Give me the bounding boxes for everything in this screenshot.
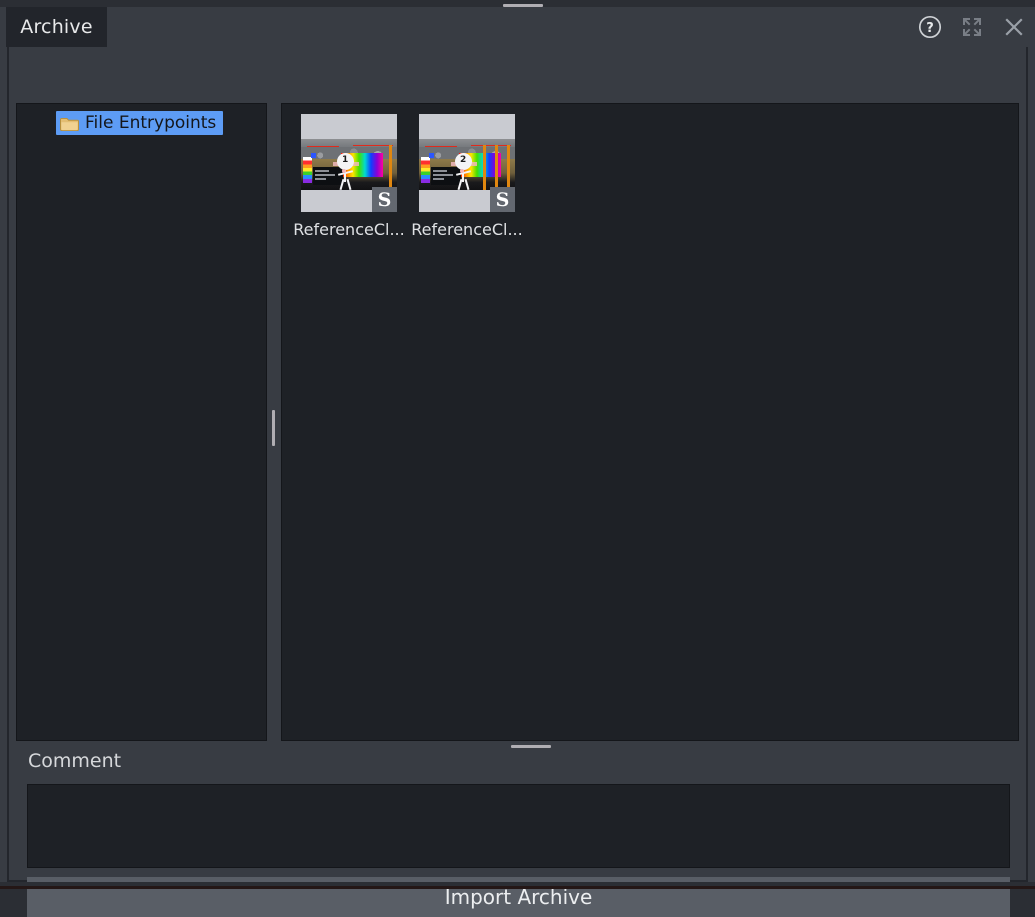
- status-badge: S: [490, 187, 515, 212]
- thumbnail-item[interactable]: 1 S ReferenceCl...: [290, 111, 408, 239]
- archive-panel: Archive ? File Entrypoints 1 S Reference…: [0, 0, 1035, 917]
- thumbnail-label: ReferenceCl...: [411, 220, 523, 239]
- thumbnail-image[interactable]: 2S: [419, 114, 515, 212]
- title-bar: Archive ?: [0, 7, 1035, 47]
- vertical-splitter[interactable]: [267, 103, 281, 741]
- tree-item-file-entrypoints[interactable]: File Entrypoints: [56, 111, 224, 135]
- entrypoint-tree[interactable]: File Entrypoints: [16, 103, 267, 741]
- tab-archive[interactable]: Archive: [6, 7, 107, 47]
- tree-item-label: File Entrypoints: [85, 113, 217, 133]
- svg-text:?: ?: [926, 21, 934, 36]
- filter-bar: Entry Point View All: [9, 47, 1026, 153]
- folder-icon: [60, 116, 79, 131]
- expand-arrows-icon[interactable]: [959, 14, 985, 40]
- vertical-splitter-handle[interactable]: [272, 410, 275, 446]
- middle-splitter[interactable]: [16, 741, 1019, 751]
- comment-label: Comment: [28, 750, 122, 772]
- thumbnail-scene: 1: [301, 139, 397, 190]
- archive-frame: Entry Point View All: [7, 47, 1028, 917]
- comment-input[interactable]: [27, 784, 1010, 868]
- thumbnail-label: ReferenceCl...: [293, 220, 405, 239]
- thumbnail-grid[interactable]: 1 S ReferenceCl... 2 S ReferenceCl...: [281, 103, 1019, 741]
- thumbnail-item[interactable]: 2 S ReferenceCl...: [408, 111, 526, 239]
- thumbnail-scene: 2: [419, 139, 515, 190]
- status-badge: S: [372, 187, 397, 212]
- thumbnail-image[interactable]: 1S: [301, 114, 397, 212]
- close-x-icon[interactable]: [1001, 14, 1027, 40]
- title-bar-actions: ?: [917, 7, 1027, 47]
- browser-split: File Entrypoints 1 S ReferenceCl... 2 S Refer…: [16, 103, 1019, 741]
- middle-splitter-handle[interactable]: [511, 745, 551, 748]
- top-splitter[interactable]: [0, 0, 1035, 7]
- help-circle-icon[interactable]: ?: [917, 14, 943, 40]
- tab-archive-label: Archive: [20, 16, 93, 38]
